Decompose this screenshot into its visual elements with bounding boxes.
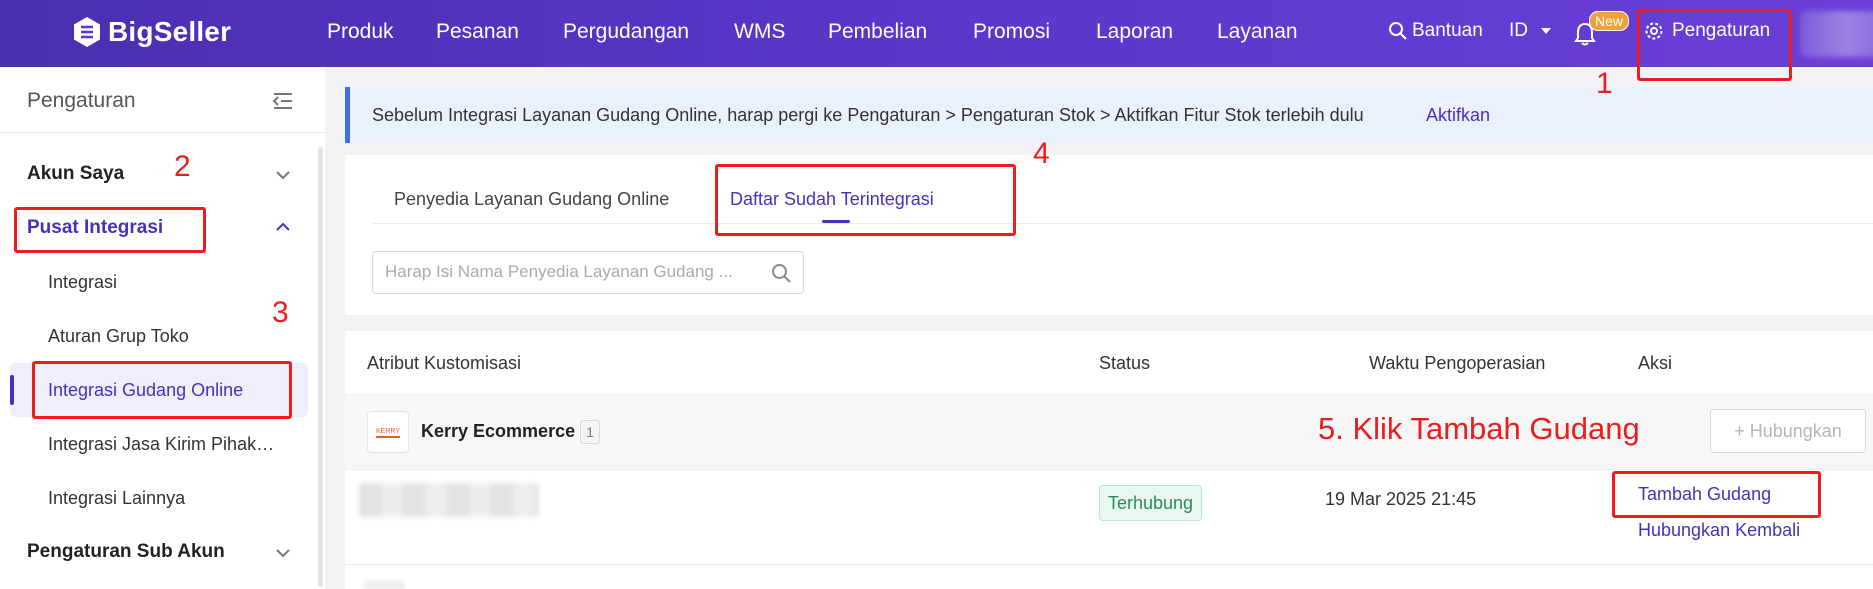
avatar[interactable] [1800,11,1873,57]
column-header-action: Aksi [1638,353,1673,373]
help-label: Bantuan [1412,20,1483,41]
search-box [372,251,804,294]
nav-wms[interactable]: WMS [734,20,785,44]
annotation-number-3: 3 [272,296,289,329]
nav-pesanan[interactable]: Pesanan [436,20,519,44]
svg-text:KERRY: KERRY [376,428,400,435]
collapse-menu-icon[interactable] [272,91,294,111]
notice-accent-bar [345,87,350,143]
tab-divider [372,223,1873,224]
integration-table: Atribut Kustomisasi Status Waktu Pengope… [345,331,1873,589]
annotation-number-4: 4 [1033,137,1050,170]
sidebar-item-integrasi-lainnya[interactable]: Integrasi Lainnya [48,488,185,509]
logo-text: BigSeller [108,16,232,47]
help-button[interactable]: Bantuan [1388,20,1483,42]
annotation-box-pusat-integrasi [14,207,206,253]
annotation-step-5: 5. Klik Tambah Gudang [1318,411,1640,446]
column-header-status: Status [1099,353,1151,373]
operation-time: 19 Mar 2025 21:45 [1325,489,1477,509]
sidebar-group-pengaturan-sub-akun[interactable]: Pengaturan Sub Akun [27,541,225,563]
chevron-down-icon[interactable] [275,545,291,561]
notice-text: Sebelum Integrasi Layanan Gudang Online,… [372,105,1364,125]
sidebar-header: Pengaturan [0,67,325,133]
activate-link[interactable]: Aktifkan [1426,105,1490,126]
sidebar-item-integrasi-jasa-kirim[interactable]: Integrasi Jasa Kirim Pihak… [48,434,274,455]
caret-down-icon [1541,28,1551,34]
kerry-logo: KERRY [367,411,409,453]
provider-count-badge: 1 [580,420,600,444]
search-icon[interactable] [771,263,792,284]
tab-penyedia-layanan[interactable]: Penyedia Layanan Gudang Online [394,189,669,210]
chevron-up-icon[interactable] [275,219,291,235]
nav-laporan[interactable]: Laporan [1096,20,1173,44]
provider-name: Kerry Ecommerce [421,421,576,441]
connect-button[interactable]: + Hubungkan [1710,409,1866,453]
chevron-down-icon[interactable] [275,167,291,183]
column-header-time: Waktu Pengoperasian [1369,353,1546,373]
tabs-panel: Penyedia Layanan Gudang Online Daftar Su… [345,155,1873,315]
nav-layanan[interactable]: Layanan [1217,20,1298,44]
kerry-logo-icon: KERRY [376,428,400,438]
nav-pembelian[interactable]: Pembelian [828,20,927,44]
bigseller-logo-icon [74,17,100,47]
annotation-box-add-warehouse [1612,471,1821,518]
sidebar-item-aturan-grup-toko[interactable]: Aturan Grup Toko [48,326,189,347]
nav-promosi[interactable]: Promosi [973,20,1050,44]
store-name-blurred [359,483,539,517]
notice-banner: Sebelum Integrasi Layanan Gudang Online,… [345,87,1873,143]
search-input[interactable] [385,262,755,282]
next-row-blurred [365,581,405,589]
reconnect-link[interactable]: Hubungkan Kembali [1638,520,1800,541]
annotation-number-1: 1 [1596,67,1613,100]
row-divider [345,564,1873,565]
top-navbar: BigSeller Produk Pesanan Pergudangan WMS… [0,0,1873,67]
search-icon [1389,22,1407,40]
new-badge: New [1589,11,1630,31]
logo[interactable]: BigSeller [70,15,231,49]
annotation-box-tab [715,164,1016,236]
sidebar-scrollbar[interactable] [318,147,323,587]
language-select[interactable]: ID [1509,20,1552,42]
language-label: ID [1509,20,1528,41]
row-divider [345,469,1873,470]
sidebar-item-integrasi[interactable]: Integrasi [48,272,117,293]
sidebar-title: Pengaturan [27,89,136,112]
status-badge: Terhubung [1099,485,1203,521]
annotation-number-2: 2 [174,150,191,183]
annotation-box-gudang-online [32,361,292,419]
nav-produk[interactable]: Produk [327,20,394,44]
annotation-box-settings [1637,9,1792,81]
column-header-attribute: Atribut Kustomisasi [367,353,522,373]
nav-pergudangan[interactable]: Pergudangan [563,20,689,44]
sidebar-group-akun-saya[interactable]: Akun Saya [27,163,124,185]
sidebar-active-indicator [10,375,14,405]
